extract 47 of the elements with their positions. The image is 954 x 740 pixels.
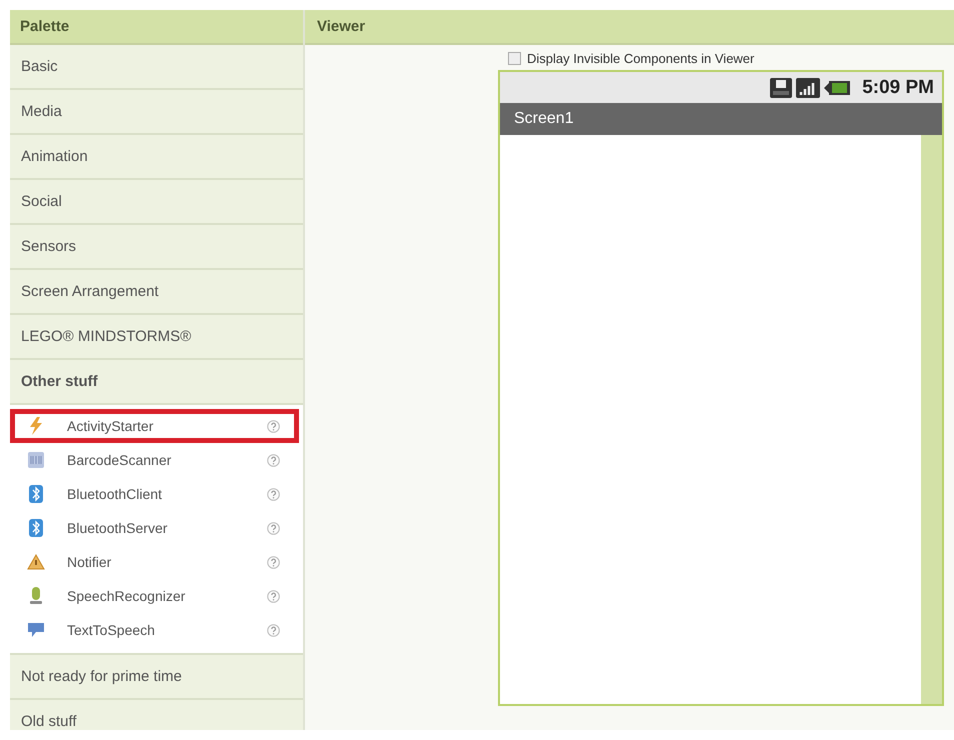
palette-category[interactable]: Animation [10, 135, 303, 180]
status-time: 5:09 PM [862, 76, 934, 98]
lightning-icon [27, 417, 45, 435]
battery-icon [824, 78, 850, 96]
palette-category[interactable]: Not ready for prime time [10, 655, 303, 700]
item-label: BluetoothServer [67, 520, 168, 536]
barcode-icon [27, 452, 45, 468]
viewer-header: Viewer [305, 10, 954, 45]
item-label: BluetoothClient [67, 486, 163, 502]
bluetooth-icon [27, 485, 45, 503]
help-icon[interactable] [267, 556, 280, 568]
palette-item[interactable]: BluetoothClient [10, 477, 299, 511]
palette-category[interactable]: Media [10, 90, 303, 135]
speech-bubble-icon [27, 622, 45, 638]
palette-category[interactable]: LEGO® MINDSTORMS® [10, 315, 303, 360]
palette-item[interactable]: SpeechRecognizer [10, 579, 299, 613]
palette-header: Palette [10, 10, 303, 45]
palette-item[interactable]: BarcodeScanner [10, 443, 299, 477]
palette-category[interactable]: Screen Arrangement [10, 270, 303, 315]
screen-title-bar: Screen1 [500, 103, 942, 135]
palette-item[interactable]: ActivityStarter [10, 409, 299, 443]
checkbox[interactable] [508, 52, 521, 64]
help-icon[interactable] [267, 420, 280, 432]
palette-category[interactable]: Basic [10, 45, 303, 90]
help-icon[interactable] [267, 590, 280, 602]
microphone-icon [27, 587, 45, 605]
palette-item[interactable]: TextToSpeech [10, 613, 299, 647]
help-icon[interactable] [267, 522, 280, 534]
scroll-bar[interactable] [921, 135, 942, 704]
help-icon[interactable] [267, 624, 280, 636]
item-label: BarcodeScanner [67, 452, 172, 468]
palette-category[interactable]: Other stuff [10, 360, 303, 405]
warning-icon [27, 554, 45, 570]
help-icon[interactable] [267, 488, 280, 500]
checkbox-label: Display Invisible Components in Viewer [527, 50, 754, 66]
help-icon[interactable] [267, 454, 280, 466]
item-label: ActivityStarter [67, 418, 154, 434]
palette-category[interactable]: Social [10, 180, 303, 225]
item-label: Notifier [67, 554, 112, 570]
item-label: TextToSpeech [67, 622, 156, 638]
palette-category[interactable]: Old stuff [10, 700, 303, 730]
item-label: SpeechRecognizer [67, 588, 186, 604]
palette-category[interactable]: Sensors [10, 225, 303, 270]
bluetooth-icon [27, 519, 45, 537]
palette-item[interactable]: BluetoothServer [10, 511, 299, 545]
signal-icon [796, 78, 820, 98]
palette-item[interactable]: Notifier [10, 545, 299, 579]
